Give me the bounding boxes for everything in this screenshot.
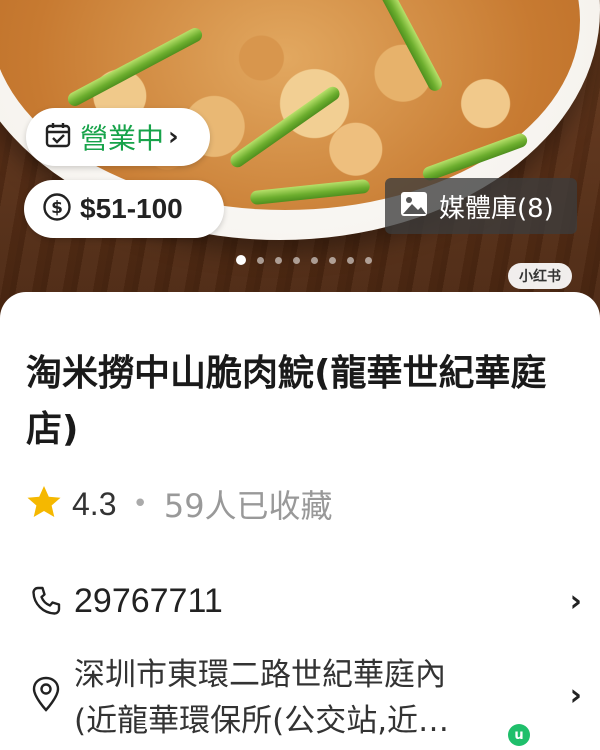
svg-text:$: $ xyxy=(51,198,63,218)
xiaohongshu-watermark: 小红书 xyxy=(508,263,572,289)
carousel-indicator[interactable] xyxy=(236,255,383,265)
image-icon xyxy=(399,189,429,223)
u-badge-icon: u xyxy=(508,724,530,746)
carousel-dot[interactable] xyxy=(311,256,318,264)
address-line-1: 深圳市東環二路世紀華庭內 xyxy=(74,657,446,693)
calendar-check-icon xyxy=(44,121,72,153)
address-row[interactable]: 深圳市東環二路世紀華庭內 (近龍華環保所(公交站,近… › xyxy=(26,652,582,750)
favorites-count: 59人已收藏 xyxy=(163,487,333,525)
price-range-label: $51-100 xyxy=(80,193,183,224)
carousel-dot[interactable] xyxy=(275,256,282,264)
price-range-badge: $ $51-100 xyxy=(24,180,224,238)
media-library-label: 媒體庫(8) xyxy=(439,193,554,224)
carousel-dot[interactable] xyxy=(347,256,354,264)
open-status-button[interactable]: 營業中 › xyxy=(26,108,210,166)
rating-row: 4.3 • 59人已收藏 xyxy=(26,480,333,528)
separator-dot: • xyxy=(132,489,148,519)
carousel-dot[interactable] xyxy=(236,255,246,265)
location-pin-icon xyxy=(26,676,66,712)
carousel-dot[interactable] xyxy=(257,256,264,264)
address-line-2: (近龍華環保所(公交站,近… xyxy=(74,703,450,739)
chevron-right-icon[interactable]: › xyxy=(552,584,582,619)
phone-number: 29767711 xyxy=(74,581,223,620)
carousel-dot[interactable] xyxy=(329,256,336,264)
chevron-right-icon[interactable]: › xyxy=(552,678,582,713)
restaurant-name: 淘米撈中山脆肉鯇(龍華世紀華庭店) xyxy=(26,353,547,450)
open-status-label: 營業中 xyxy=(80,122,165,155)
star-icon xyxy=(26,484,62,524)
carousel-dot[interactable] xyxy=(293,256,300,264)
dollar-circle-icon: $ xyxy=(42,192,72,226)
chevron-right-icon: › xyxy=(168,122,179,152)
media-library-button[interactable]: 媒體庫(8) xyxy=(385,178,577,234)
phone-row[interactable]: 29767711 › xyxy=(26,576,582,626)
rating-value: 4.3 xyxy=(72,485,117,522)
carousel-dot[interactable] xyxy=(365,256,372,264)
phone-icon xyxy=(26,585,66,617)
address-text: 深圳市東環二路世紀華庭內 (近龍華環保所(公交站,近… xyxy=(74,652,552,744)
